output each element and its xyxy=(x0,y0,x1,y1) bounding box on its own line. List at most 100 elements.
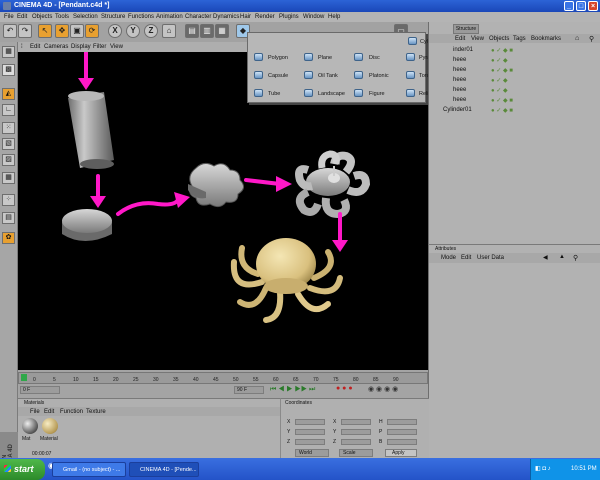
menu-file[interactable]: File xyxy=(4,14,14,20)
position-x-field[interactable] xyxy=(295,419,325,425)
attr-menu-edit[interactable]: Edit xyxy=(461,255,471,261)
viewport-menu-cameras[interactable]: Cameras xyxy=(44,44,68,50)
move-icon[interactable]: ✥ xyxy=(55,24,69,38)
menu-selection[interactable]: Selection xyxy=(73,14,98,20)
object-row[interactable]: heee xyxy=(453,77,466,83)
render-view-icon[interactable]: ▤ xyxy=(185,24,199,38)
structure-tab[interactable]: Structure xyxy=(453,24,479,34)
rotation-p-field[interactable] xyxy=(387,429,417,435)
om-menu-edit[interactable]: Edit xyxy=(455,36,465,42)
attr-back-icon[interactable]: ◀ xyxy=(543,254,548,261)
axis-tool-icon[interactable]: ∟ xyxy=(2,104,15,116)
task-gmail[interactable]: Gmail - (no subject) - ... xyxy=(52,462,126,477)
snap-icon[interactable]: ▤ xyxy=(2,212,15,224)
object-row[interactable]: heee xyxy=(453,97,466,103)
coordinate-system-select[interactable]: World xyxy=(295,449,329,457)
menu-functions[interactable]: Functions xyxy=(128,14,154,20)
menu-dynamics[interactable]: Dynamics xyxy=(213,14,239,20)
workplane-icon[interactable]: ⁘ xyxy=(2,194,15,206)
record-keys-icon[interactable]: ● ● ● xyxy=(336,385,353,392)
world-coordinates-icon[interactable]: ⌂ xyxy=(162,24,176,38)
close-button[interactable]: × xyxy=(588,1,598,11)
apply-button[interactable]: Apply xyxy=(385,449,417,457)
mat-menu-edit[interactable]: Edit xyxy=(44,409,54,415)
use-model-tool-icon[interactable]: ▦ xyxy=(2,46,15,58)
mat-menu-function[interactable]: Function xyxy=(60,409,83,415)
om-menu-tags[interactable]: Tags xyxy=(513,36,526,42)
viewport-menu-view[interactable]: View xyxy=(110,44,123,50)
y-axis-icon[interactable]: Y xyxy=(126,24,140,38)
tweak-tool-icon[interactable]: ▦ xyxy=(2,172,15,184)
menu-hair[interactable]: Hair xyxy=(240,14,251,20)
popup-item-figure[interactable]: Figure xyxy=(369,91,385,97)
hair-tool-icon[interactable]: ✿ xyxy=(2,232,15,244)
menu-animation[interactable]: Animation xyxy=(156,14,183,20)
render-region-icon[interactable]: ▥ xyxy=(200,24,214,38)
live-select-icon[interactable]: ↖ xyxy=(38,24,52,38)
om-menu-objects[interactable]: Objects xyxy=(489,36,509,42)
redo-icon[interactable]: ↷ xyxy=(18,24,32,38)
position-y-field[interactable] xyxy=(295,429,325,435)
om-menu-view[interactable]: View xyxy=(471,36,484,42)
menu-tools[interactable]: Tools xyxy=(55,14,69,20)
size-x-field[interactable] xyxy=(341,419,371,425)
timeline-ruler[interactable]: 0 5 10 15 20 25 30 35 40 45 50 55 60 65 … xyxy=(18,372,428,384)
start-button[interactable]: start xyxy=(0,459,45,480)
popup-item-polygon[interactable]: Polygon xyxy=(268,55,288,61)
object-tool-icon[interactable]: ▩ xyxy=(2,64,15,76)
points-tool-icon[interactable]: ⁙ xyxy=(2,122,15,134)
popup-item-oil-tank[interactable]: Oil Tank xyxy=(318,73,338,79)
viewport-menu-edit[interactable]: Edit xyxy=(30,44,40,50)
playhead[interactable] xyxy=(21,374,27,381)
om-search-icon[interactable]: ⚲ xyxy=(589,35,594,43)
object-row[interactable]: inder01 xyxy=(453,47,473,53)
material-ball[interactable] xyxy=(42,418,58,434)
menu-character[interactable]: Character xyxy=(185,14,211,20)
popup-item-disc[interactable]: Disc xyxy=(369,55,380,61)
rotation-h-field[interactable] xyxy=(387,419,417,425)
viewport-menu-display[interactable]: Display xyxy=(71,44,91,50)
om-home-icon[interactable]: ⌂ xyxy=(575,35,579,42)
size-y-field[interactable] xyxy=(341,429,371,435)
mat-menu-texture[interactable]: Texture xyxy=(86,409,106,415)
edges-tool-icon[interactable]: ▧ xyxy=(2,138,15,150)
menu-plugins[interactable]: Plugins xyxy=(279,14,299,20)
popup-item-platonic[interactable]: Platonic xyxy=(369,73,389,79)
undo-icon[interactable]: ↶ xyxy=(3,24,17,38)
position-z-field[interactable] xyxy=(295,439,325,445)
texture-tool-icon[interactable]: ◭ xyxy=(2,88,15,100)
menu-help[interactable]: Help xyxy=(328,14,340,20)
menu-structure[interactable]: Structure xyxy=(101,14,125,20)
attr-menu-mode[interactable]: Mode xyxy=(441,255,456,261)
object-row[interactable]: heee xyxy=(453,67,466,73)
menu-edit[interactable]: Edit xyxy=(17,14,27,20)
object-row[interactable]: heee xyxy=(453,57,466,63)
current-frame-field[interactable]: 0 F xyxy=(20,386,60,394)
attr-search-icon[interactable]: ⚲ xyxy=(573,254,578,262)
object-row[interactable]: heee xyxy=(453,87,466,93)
attr-up-icon[interactable]: ▲ xyxy=(559,254,565,260)
menu-render[interactable]: Render xyxy=(255,14,275,20)
rotate-icon[interactable]: ⟳ xyxy=(85,24,99,38)
size-z-field[interactable] xyxy=(341,439,371,445)
playback-controls[interactable]: ⏮ ◀ ▶ ▶▶ ⏭ xyxy=(270,386,315,394)
maximize-button[interactable]: □ xyxy=(576,1,586,11)
attr-menu-user-data[interactable]: User Data xyxy=(477,255,504,261)
om-menu-bookmarks[interactable]: Bookmarks xyxy=(531,36,561,42)
x-axis-icon[interactable]: X xyxy=(108,24,122,38)
task-cinema4d[interactable]: CINEMA 4D - [Pende... xyxy=(129,462,199,477)
material-ball[interactable] xyxy=(22,418,38,434)
rotation-b-field[interactable] xyxy=(387,439,417,445)
key-options-icon[interactable]: ◉ ◉ ◉ ◉ xyxy=(368,385,398,393)
popup-item-capsule[interactable]: Capsule xyxy=(268,73,288,79)
popup-item-plane[interactable]: Plane xyxy=(318,55,332,61)
tray-icons[interactable]: ◧ ◘ ♪ xyxy=(535,465,551,472)
popup-item-landscape[interactable]: Landscape xyxy=(318,91,345,97)
scale-icon[interactable]: ▣ xyxy=(70,24,84,38)
polygons-tool-icon[interactable]: ▨ xyxy=(2,154,15,166)
end-frame-field[interactable]: 90 F xyxy=(234,386,264,394)
z-axis-icon[interactable]: Z xyxy=(144,24,158,38)
object-row[interactable]: Cylinder01 xyxy=(443,107,472,113)
minimize-button[interactable]: _ xyxy=(564,1,574,11)
size-mode-select[interactable]: Scale xyxy=(339,449,373,457)
